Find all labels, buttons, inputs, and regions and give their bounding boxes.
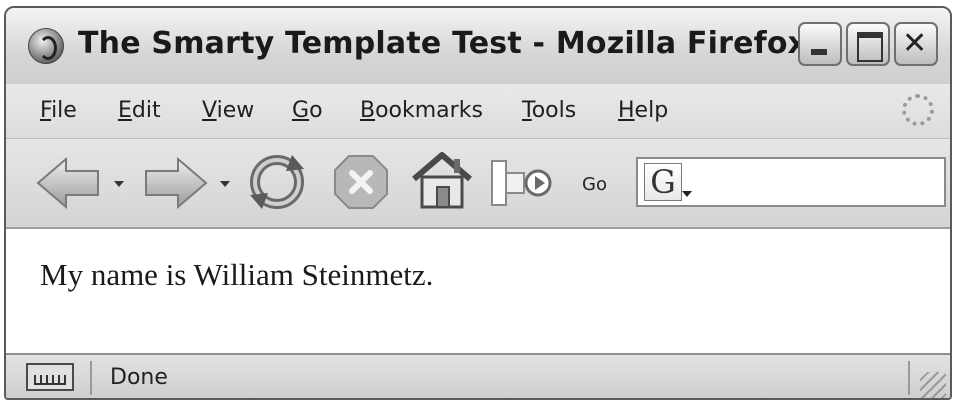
browser-window: The Smarty Template Test - Mozilla Firef… xyxy=(4,6,952,400)
maximize-icon xyxy=(857,32,883,62)
address-go-icon[interactable] xyxy=(490,157,574,209)
stop-icon[interactable] xyxy=(332,153,390,211)
close-button[interactable]: ✕ xyxy=(894,22,938,66)
menu-edit[interactable]: Edit xyxy=(118,98,161,123)
menu-label: dit xyxy=(131,98,161,123)
maximize-button[interactable] xyxy=(846,22,890,66)
menu-label: ools xyxy=(531,98,577,123)
window-title: The Smarty Template Test - Mozilla Firef… xyxy=(78,26,808,61)
status-text: Done xyxy=(110,365,168,390)
navigation-toolbar: Go G xyxy=(6,139,950,229)
minimize-button[interactable] xyxy=(798,22,842,66)
page-text: My name is William Steinmetz. xyxy=(40,257,434,292)
menu-help[interactable]: Help xyxy=(618,98,668,123)
menu-bar: File Edit View Go Bookmarks Tools Help xyxy=(6,84,950,139)
menu-accel: E xyxy=(118,98,132,123)
title-bar[interactable]: The Smarty Template Test - Mozilla Firef… xyxy=(6,8,950,85)
home-icon[interactable] xyxy=(410,149,474,213)
status-bar: Done xyxy=(6,353,950,398)
menu-label: elp xyxy=(634,98,669,123)
firefox-icon xyxy=(28,28,64,64)
menu-go[interactable]: Go xyxy=(292,98,323,123)
back-icon[interactable] xyxy=(34,155,104,211)
reload-icon[interactable] xyxy=(244,149,310,215)
menu-file[interactable]: File xyxy=(40,98,77,123)
menu-accel: G xyxy=(292,98,310,123)
close-icon: ✕ xyxy=(902,26,928,61)
forward-dropdown-icon[interactable] xyxy=(220,181,230,187)
menu-label: o xyxy=(309,98,323,123)
status-divider xyxy=(90,361,92,395)
page-content: My name is William Steinmetz. xyxy=(6,229,950,353)
menu-accel: H xyxy=(618,98,635,123)
menu-label: ile xyxy=(51,98,77,123)
forward-icon[interactable] xyxy=(140,155,210,211)
status-divider xyxy=(908,361,910,395)
menu-view[interactable]: View xyxy=(202,98,254,123)
search-box[interactable]: G xyxy=(636,157,946,207)
search-engine-dropdown-icon[interactable] xyxy=(682,191,692,197)
back-dropdown-icon[interactable] xyxy=(114,181,124,187)
resize-grip-icon[interactable] xyxy=(920,372,946,398)
connection-status-icon xyxy=(26,363,74,391)
menu-label: ookmarks xyxy=(375,98,483,123)
menu-accel: T xyxy=(522,98,532,123)
menu-accel: F xyxy=(40,98,52,123)
menu-accel: V xyxy=(202,98,217,123)
menu-tools[interactable]: Tools xyxy=(522,98,576,123)
throbber-icon xyxy=(902,94,934,126)
search-engine-icon[interactable]: G xyxy=(644,163,682,201)
menu-accel: B xyxy=(360,98,376,123)
menu-label: iew xyxy=(216,98,255,123)
go-button-label[interactable]: Go xyxy=(582,174,607,195)
minimize-icon xyxy=(811,49,827,55)
menu-bookmarks[interactable]: Bookmarks xyxy=(360,98,483,123)
